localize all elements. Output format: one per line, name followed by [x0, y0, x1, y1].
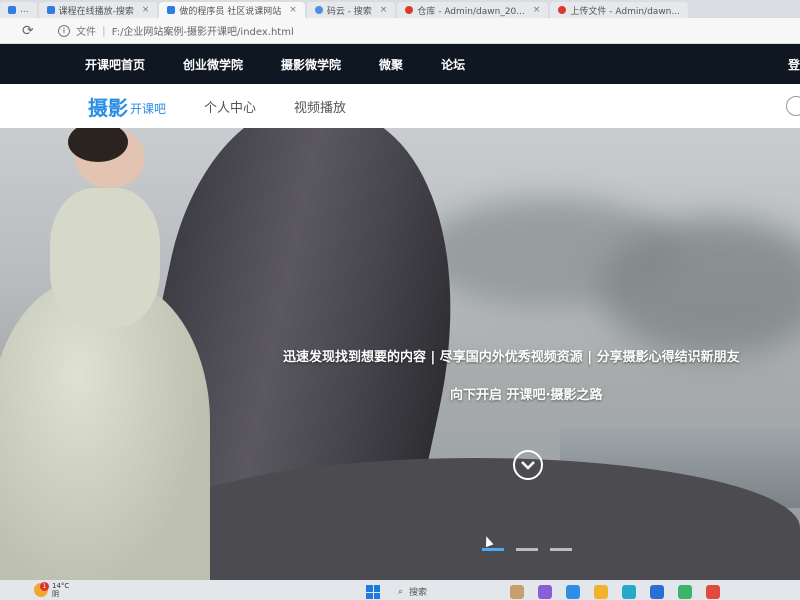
folder-icon[interactable]: [594, 585, 608, 599]
nav-item-gathering[interactable]: 微聚: [379, 56, 403, 73]
search-icon: [314, 6, 323, 14]
tab-label: 做的程序员 社区说课网站: [179, 6, 282, 17]
reload-icon[interactable]: ⟳: [22, 23, 42, 39]
weather-text: 14°C 阴: [52, 582, 69, 598]
generic-tab-icon: [8, 6, 16, 14]
close-icon[interactable]: ×: [142, 5, 150, 15]
address-bar: ⟳ i 文件 | F:/企业网站案例-摄影开课吧/index.html: [0, 18, 800, 44]
tab-label: ...: [20, 5, 29, 15]
chevron-down-icon: [521, 461, 535, 470]
login-link[interactable]: 登: [788, 56, 800, 73]
app-icon[interactable]: [566, 585, 580, 599]
browser-tab-active[interactable]: 做的程序员 社区说课网站 ×: [159, 2, 305, 18]
browser-tab[interactable]: 码云 - 搜索 ×: [306, 2, 396, 18]
app-icon[interactable]: [538, 585, 552, 599]
browser-tab[interactable]: 课程在线播放-搜索 ×: [38, 2, 158, 18]
sub-header: 摄影 开课吧 个人中心 视频播放: [0, 84, 800, 128]
page-icon: [167, 6, 176, 14]
tab-label: 仓库 - Admin/dawn_20...: [417, 6, 525, 17]
info-icon[interactable]: i: [58, 24, 70, 37]
carousel-dot[interactable]: [550, 548, 572, 551]
search-icon[interactable]: [786, 96, 800, 116]
carousel-dot[interactable]: [516, 548, 538, 551]
logo-text[interactable]: 摄影: [88, 92, 128, 121]
notification-badge: 1: [40, 582, 49, 591]
taskbar-search[interactable]: ⌕ 搜索: [398, 585, 428, 599]
browser-icon[interactable]: [622, 585, 636, 599]
site-top-nav: 开课吧首页 创业微学院 摄影微学院 微聚 论坛 登: [0, 44, 800, 84]
windows-start-icon[interactable]: [366, 585, 380, 599]
app-icon[interactable]: [706, 585, 720, 599]
carousel-indicators: [482, 548, 572, 551]
browser-tab[interactable]: ...: [0, 2, 37, 18]
app-icon[interactable]: [650, 585, 664, 599]
weather-temp: 14°C: [52, 582, 70, 590]
close-icon[interactable]: ×: [380, 5, 388, 15]
close-icon[interactable]: ×: [533, 5, 541, 15]
browser-tab-strip: ... 课程在线播放-搜索 × 做的程序员 社区说课网站 × 码云 - 搜索 × 仓库…: [0, 0, 800, 18]
hero-banner: 迅速发现找到想要的内容 | 尽享国内外优秀视频资源 | 分享摄影心得结识新朋友 …: [0, 128, 800, 580]
hero-call-to-action: 向下开启 开课吧·摄影之路: [450, 388, 603, 403]
nav-item-home[interactable]: 开课吧首页: [85, 56, 145, 73]
weather-desc: 阴: [52, 590, 59, 598]
gitee-icon: [405, 6, 414, 14]
page-icon: [46, 6, 55, 14]
tab-label: 码云 - 搜索: [326, 6, 372, 17]
nav-item-forum[interactable]: 论坛: [441, 56, 465, 73]
address-divider: |: [102, 24, 106, 37]
tab-label: 课程在线播放-搜索: [58, 6, 134, 17]
nav-item-startup-academy[interactable]: 创业微学院: [183, 56, 243, 73]
nav-item-photo-academy[interactable]: 摄影微学院: [281, 56, 341, 73]
logo-subtext: 开课吧: [130, 101, 167, 116]
address-scheme-label: 文件: [76, 27, 96, 38]
scroll-down-button[interactable]: [513, 450, 543, 480]
taskbar-app-icons: [510, 585, 720, 599]
close-icon[interactable]: ×: [289, 5, 297, 15]
tab-label: 上传文件 - Admin/dawn...: [570, 6, 680, 17]
app-icon[interactable]: [678, 585, 692, 599]
browser-tab[interactable]: 仓库 - Admin/dawn_20... ×: [397, 2, 549, 18]
browser-tab[interactable]: 上传文件 - Admin/dawn...: [550, 2, 688, 18]
woman-torso-image: [50, 188, 160, 328]
address-url-input[interactable]: F:/企业网站案例-摄影开课吧/index.html: [112, 23, 294, 38]
link-personal-center[interactable]: 个人中心: [204, 97, 256, 116]
taskbar-search-placeholder: 搜索: [409, 588, 428, 598]
hero-tagline: 迅速发现找到想要的内容 | 尽享国内外优秀视频资源 | 分享摄影心得结识新朋友: [283, 350, 740, 365]
link-video-playback[interactable]: 视频播放: [294, 97, 346, 116]
app-icon[interactable]: [510, 585, 524, 599]
carousel-dot[interactable]: [482, 548, 504, 551]
search-icon: ⌕: [398, 586, 404, 597]
gitee-icon: [558, 6, 567, 14]
